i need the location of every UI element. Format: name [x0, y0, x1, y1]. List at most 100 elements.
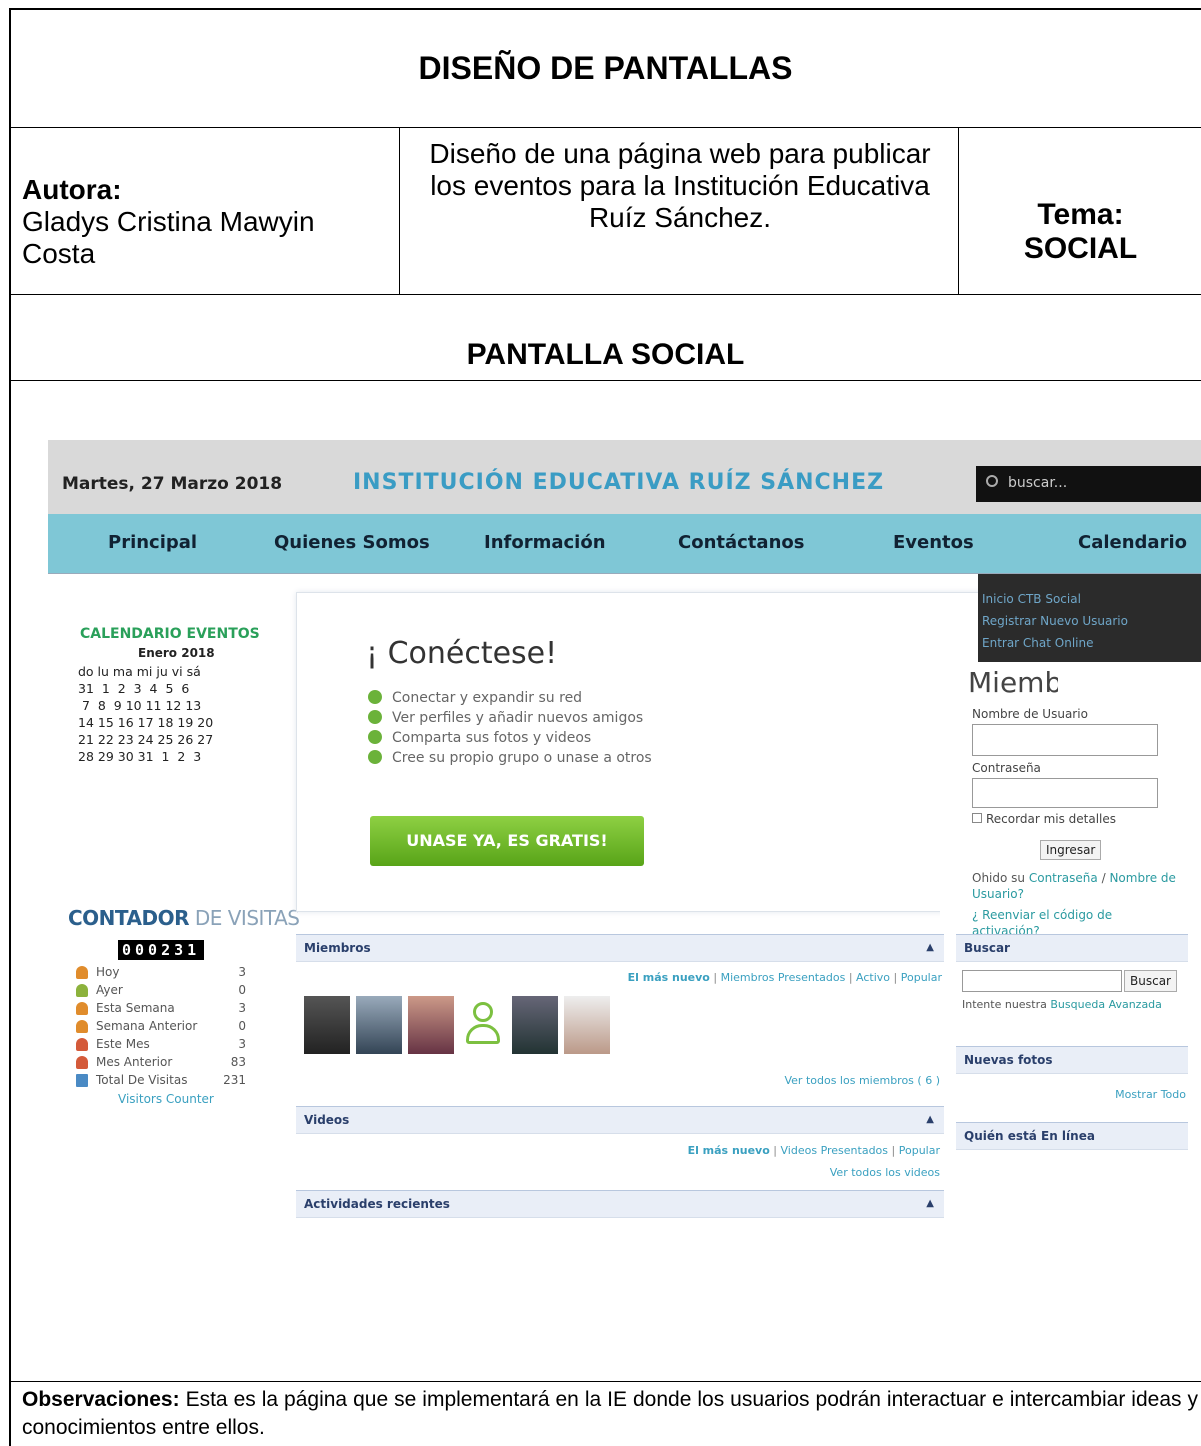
site-title: INSTITUCIÓN EDUCATIVA RUÍZ SÁNCHEZ: [353, 470, 885, 495]
observations-label: Observaciones:: [22, 1388, 180, 1411]
counter-title: CONTADOR DE VISITAS: [68, 906, 300, 930]
activities-header[interactable]: Actividades recientes ▲: [296, 1190, 944, 1218]
calendar-week[interactable]: 21 22 23 24 25 26 27: [78, 732, 213, 747]
menu-item-inicio-social[interactable]: Inicio CTB Social: [982, 592, 1081, 606]
user-icon: [76, 984, 88, 997]
counter-row: Este Mes 3: [76, 1037, 246, 1053]
project-description: Diseño de una página web para publicar l…: [429, 138, 931, 233]
theme-value: SOCIAL: [1023, 232, 1138, 265]
check-icon: [368, 750, 382, 764]
search-placeholder: buscar...: [1008, 475, 1068, 491]
avatar[interactable]: [304, 996, 350, 1054]
connect-title: ¡ Conéctese!: [366, 636, 558, 671]
calendar-month: Enero 2018: [138, 646, 215, 660]
divider: [10, 294, 1201, 295]
main-nav: Principal Quienes Somos Información Cont…: [48, 514, 1201, 574]
member-search-button[interactable]: Buscar: [1124, 970, 1177, 992]
user-icon: [76, 1038, 88, 1051]
counter-row: Esta Semana 3: [76, 1001, 246, 1017]
avatar[interactable]: [564, 996, 610, 1054]
user-icon: [76, 1020, 88, 1033]
view-all-members-link[interactable]: Ver todos los miembros ( 6 ): [688, 1074, 940, 1087]
divider: [10, 127, 1201, 128]
videos-header[interactable]: Videos ▲: [296, 1106, 944, 1134]
remember-row[interactable]: Recordar mis detalles: [972, 812, 1116, 826]
user-icon: [76, 966, 88, 979]
page-title: DISEÑO DE PANTALLAS: [418, 50, 793, 86]
check-icon: [368, 710, 382, 724]
nav-quienes-somos[interactable]: Quienes Somos: [274, 532, 430, 553]
tab-popular[interactable]: Popular: [899, 1144, 940, 1157]
advanced-search-hint: Intente nuestra Busqueda Avanzada: [962, 998, 1162, 1011]
collapse-icon[interactable]: ▲: [926, 1198, 934, 1209]
author-label: Autora:: [22, 174, 122, 205]
connect-bullet: Comparta sus fotos y videos: [368, 730, 591, 748]
connect-bullet: Ver perfiles y añadir nuevos amigos: [368, 710, 643, 728]
divider: [399, 128, 400, 294]
counter-digits: 000231: [118, 940, 205, 960]
check-icon: [368, 690, 382, 704]
join-free-button[interactable]: UNASE YA, ES GRATIS!: [370, 816, 644, 866]
remember-label: Recordar mis detalles: [986, 812, 1117, 826]
calendar-week[interactable]: 7 8 9 10 11 12 13: [78, 698, 201, 713]
avatar[interactable]: [408, 996, 454, 1054]
menu-item-chat[interactable]: Entrar Chat Online: [982, 636, 1094, 650]
tab-popular[interactable]: Popular: [901, 971, 942, 984]
calendar-week[interactable]: 31 1 2 3 4 5 6: [78, 681, 189, 696]
counter-row: Hoy 3: [76, 965, 246, 981]
view-all-videos-link[interactable]: Ver todos los videos: [748, 1166, 940, 1179]
current-date: Martes, 27 Marzo 2018: [62, 474, 283, 494]
online-module-header: Quién está En línea: [956, 1122, 1188, 1150]
visitors-counter-link[interactable]: Visitors Counter: [118, 1092, 214, 1106]
bar-chart-icon: [76, 1074, 88, 1087]
social-page-screenshot: Martes, 27 Marzo 2018 INSTITUCIÓN EDUCAT…: [48, 440, 1201, 1260]
user-icon: [76, 1056, 88, 1069]
search-module-header: Buscar: [956, 934, 1188, 962]
counter-title-rest: DE VISITAS: [189, 906, 300, 930]
user-icon: [76, 1002, 88, 1015]
remember-checkbox[interactable]: [972, 813, 982, 823]
resend-activation-link[interactable]: ¿ Reenviar el código de activación?: [972, 907, 1132, 935]
screen-title: PANTALLA SOCIAL: [466, 338, 745, 371]
search-box[interactable]: buscar...: [976, 466, 1201, 502]
default-avatar-icon[interactable]: [460, 996, 506, 1054]
calendar-weekdays: do lu ma mi ju vi sá: [78, 664, 201, 679]
tab-featured[interactable]: Videos Presentados: [781, 1144, 889, 1157]
nav-calendario[interactable]: Calendario: [1078, 532, 1187, 553]
calendar-week[interactable]: 28 29 30 31 1 2 3: [78, 749, 201, 764]
members-header[interactable]: Miembros ▲: [296, 934, 944, 962]
counter-row: Semana Anterior 0: [76, 1019, 246, 1035]
counter-title-bold: CONTADOR: [68, 906, 190, 930]
forgot-password-link[interactable]: Contraseña: [1029, 871, 1098, 885]
member-search-input[interactable]: [962, 970, 1122, 992]
theme-label: Tema:: [1037, 198, 1124, 231]
show-all-photos-link[interactable]: Mostrar Todo: [1068, 1088, 1186, 1101]
calendar-week[interactable]: 14 15 16 17 18 19 20: [78, 715, 213, 730]
tab-newest[interactable]: El más nuevo: [688, 1144, 770, 1157]
menu-item-registrar[interactable]: Registrar Nuevo Usuario: [982, 614, 1128, 628]
connect-bullet: Conectar y expandir su red: [368, 690, 582, 708]
login-button[interactable]: Ingresar: [1040, 840, 1102, 860]
counter-row: Ayer 0: [76, 983, 246, 999]
nav-eventos[interactable]: Eventos: [893, 532, 974, 553]
username-label: Nombre de Usuario: [972, 707, 1088, 721]
tab-featured[interactable]: Miembros Presentados: [721, 971, 846, 984]
avatar[interactable]: [512, 996, 558, 1054]
calendar-title: CALENDARIO EVENTOS: [80, 626, 260, 642]
advanced-search-link[interactable]: Busqueda Avanzada: [1050, 998, 1162, 1011]
nav-principal[interactable]: Principal: [108, 532, 197, 553]
photos-module-header: Nuevas fotos: [956, 1046, 1188, 1074]
nav-informacion[interactable]: Información: [484, 532, 606, 553]
tab-newest[interactable]: El más nuevo: [628, 971, 710, 984]
nav-contactanos[interactable]: Contáctanos: [678, 532, 804, 553]
collapse-icon[interactable]: ▲: [926, 942, 934, 953]
design-document: DISEÑO DE PANTALLAS Autora: Gladys Crist…: [0, 0, 1201, 1446]
observations: Observaciones: Esta es la página que se …: [22, 1386, 1198, 1442]
author-block: Autora: Gladys Cristina Mawyin Costa: [22, 174, 392, 270]
tab-active[interactable]: Activo: [856, 971, 890, 984]
password-field[interactable]: [972, 778, 1158, 808]
collapse-icon[interactable]: ▲: [926, 1114, 934, 1125]
counter-row: Total De Visitas 231: [76, 1073, 246, 1089]
username-field[interactable]: [972, 724, 1158, 756]
avatar[interactable]: [356, 996, 402, 1054]
